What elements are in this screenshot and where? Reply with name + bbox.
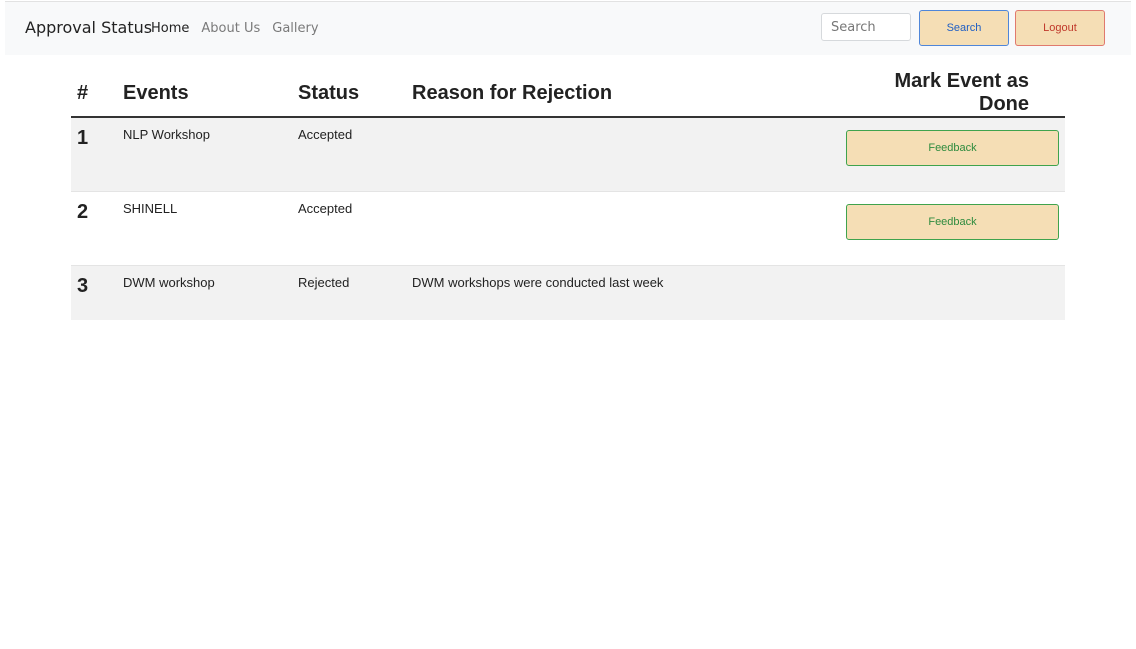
- logout-button[interactable]: Logout: [1015, 10, 1105, 46]
- mark-done-cell: Feedback: [842, 116, 1065, 192]
- event-name: DWM workshop: [123, 265, 298, 320]
- table-body: 1 NLP Workshop Accepted Feedback 2 SHINE…: [71, 116, 1065, 320]
- header-reason: Reason for Rejection: [412, 70, 842, 118]
- event-name: NLP Workshop: [123, 116, 298, 192]
- event-name: SHINELL: [123, 191, 298, 266]
- header-status: Status: [298, 70, 412, 118]
- table-row: 2 SHINELL Accepted Feedback: [71, 191, 1065, 266]
- row-number: 3: [71, 265, 123, 320]
- header-row: # Events Status Reason for Rejection Mar…: [71, 70, 1065, 118]
- rejection-reason: [412, 116, 842, 192]
- rejection-reason: [412, 191, 842, 266]
- table-header: # Events Status Reason for Rejection Mar…: [71, 70, 1065, 118]
- event-status: Accepted: [298, 191, 412, 266]
- header-number: #: [71, 70, 123, 118]
- row-number: 1: [71, 116, 123, 192]
- table-row: 1 NLP Workshop Accepted Feedback: [71, 116, 1065, 192]
- row-number: 2: [71, 191, 123, 266]
- mark-done-cell: [842, 265, 1065, 320]
- search-button[interactable]: Search: [919, 10, 1009, 46]
- nav-link-home[interactable]: Home: [151, 21, 189, 36]
- header-mark-done: Mark Event as Done: [842, 70, 1065, 118]
- table-row: 3 DWM workshop Rejected DWM workshops we…: [71, 265, 1065, 320]
- approval-table: # Events Status Reason for Rejection Mar…: [71, 70, 1065, 320]
- event-status: Accepted: [298, 116, 412, 192]
- nav-link-gallery[interactable]: Gallery: [272, 21, 318, 36]
- mark-done-cell: Feedback: [842, 191, 1065, 266]
- rejection-reason: DWM workshops were conducted last week: [412, 265, 842, 320]
- feedback-button[interactable]: Feedback: [846, 204, 1059, 240]
- approval-table-container: # Events Status Reason for Rejection Mar…: [71, 70, 1065, 320]
- page: Approval Status Home About Us Gallery Se…: [0, 0, 1136, 649]
- navbar: Approval Status Home About Us Gallery Se…: [5, 1, 1131, 55]
- event-status: Rejected: [298, 265, 412, 320]
- feedback-button[interactable]: Feedback: [846, 130, 1059, 166]
- header-events: Events: [123, 70, 298, 118]
- nav-link-about-us[interactable]: About Us: [201, 21, 260, 36]
- brand-title[interactable]: Approval Status: [25, 18, 152, 37]
- nav-links: Home About Us Gallery: [151, 21, 331, 36]
- search-input[interactable]: [821, 13, 911, 41]
